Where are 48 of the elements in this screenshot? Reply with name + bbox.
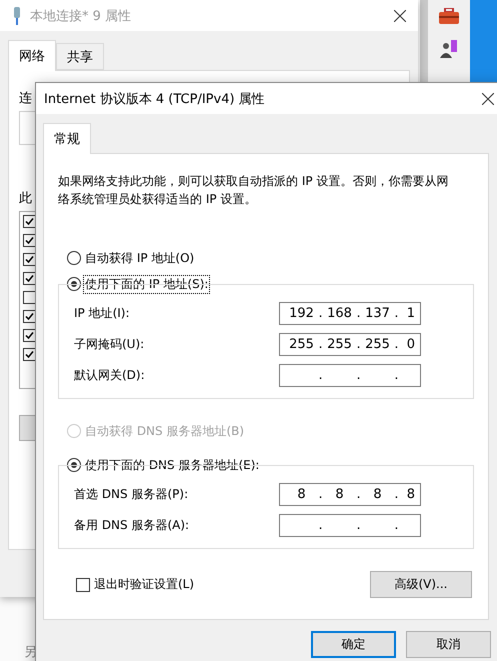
check-icon (25, 312, 34, 321)
ip-address-field[interactable]: 8 . 8 . 8 . 8 (279, 483, 421, 506)
check-icon (25, 217, 34, 226)
close-icon[interactable] (482, 92, 494, 104)
checkbox[interactable] (23, 215, 36, 228)
checkbox[interactable] (23, 329, 36, 342)
close-icon[interactable] (394, 10, 406, 22)
window-title: 本地连接* 9 属性 (30, 8, 132, 24)
ip-address-field[interactable]: 192 . 168 . 137 . 1 (279, 302, 421, 325)
checkbox[interactable] (23, 253, 36, 266)
network-cable-icon (12, 6, 22, 24)
check-icon (25, 255, 34, 264)
check-icon (25, 331, 34, 340)
dialog-button[interactable]: 确定 (311, 631, 396, 658)
checkbox[interactable] (23, 272, 36, 285)
checkbox[interactable] (23, 234, 36, 247)
radio-button[interactable] (67, 277, 81, 291)
field-label: 备用 DNS 服务器(A): (74, 517, 190, 534)
check-icon (25, 350, 34, 359)
tab[interactable]: 共享 (56, 43, 104, 70)
dialog-button[interactable]: 取消 (406, 631, 491, 658)
partial-label: 另 (24, 644, 37, 661)
check-icon (25, 274, 34, 283)
checkbox[interactable] (23, 310, 36, 323)
field-label: 默认网关(D): (74, 367, 145, 384)
ip-address-field[interactable]: 255 . 255 . 255 . 0 (279, 333, 421, 356)
field-label: 首选 DNS 服务器(P): (74, 486, 188, 503)
check-icon (25, 236, 34, 245)
field-label: IP 地址(I): (74, 305, 130, 322)
checkbox[interactable] (23, 291, 36, 304)
dialog-title: Internet 协议版本 4 (TCP/IPv4) 属性 (44, 90, 265, 108)
field-label: 子网掩码(U): (74, 336, 144, 353)
toolbox-icon[interactable] (439, 8, 459, 24)
people-icon[interactable] (440, 38, 458, 58)
radio-button[interactable] (67, 251, 81, 265)
partial-label: 连 (19, 90, 32, 107)
checkbox[interactable] (76, 578, 90, 592)
description-text: 如果网络支持此功能，则可以获取自动指派的 IP 设置。否则，你需要从网络系统管理员处获得适当的 IP 设置。 (58, 173, 450, 208)
advanced-button[interactable]: 高级(V)... (370, 571, 472, 598)
tab[interactable]: 常规 (43, 123, 91, 154)
checkbox-label[interactable]: 退出时验证设置(L) (94, 576, 194, 593)
tab[interactable]: 网络 (8, 40, 56, 71)
ip-address-field[interactable]: . . . (279, 514, 421, 537)
partial-label: 此 (19, 190, 32, 207)
radio-button[interactable] (67, 458, 81, 472)
radio-label[interactable]: 自动获得 IP 地址(O) (84, 250, 196, 266)
checkbox[interactable] (23, 348, 36, 361)
ip-address-field[interactable]: . . . (279, 364, 421, 387)
